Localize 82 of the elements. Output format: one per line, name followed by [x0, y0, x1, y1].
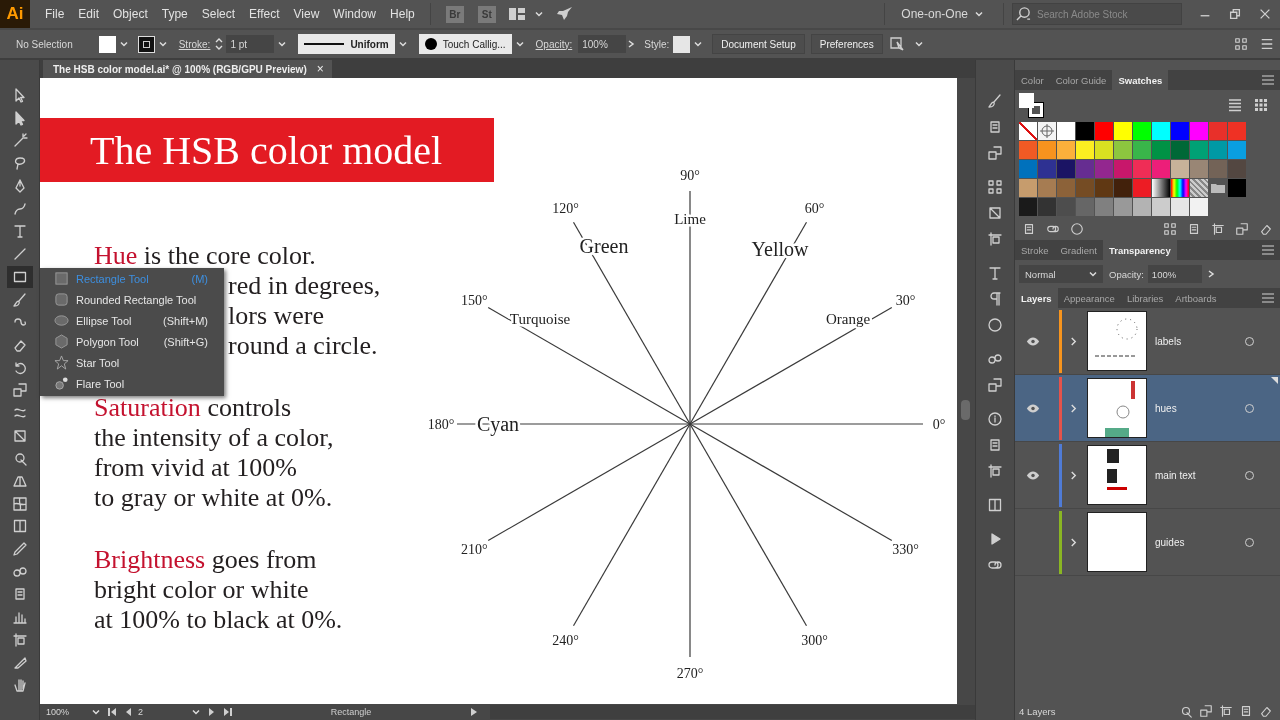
artboard-field[interactable]: 2 [136, 705, 188, 719]
body-text-line: red in degrees, [228, 271, 381, 301]
layer-name: labels [1155, 335, 1182, 347]
hue-label: Cyan [476, 413, 520, 435]
slide-title: The HSB color model [90, 126, 443, 174]
body-text-line: the intensity of a color, [94, 423, 334, 453]
flyout-menu-item[interactable]: Ellipse Tool (Shift+M) [40, 310, 224, 331]
flyout-menu-item[interactable]: Polygon Tool (Shift+G) [40, 331, 224, 352]
layer-row[interactable]: hues [1015, 375, 1280, 442]
angle-label: 300° [801, 632, 828, 648]
body-text-line: round a circle. [228, 331, 378, 361]
style-label: Style: [644, 38, 670, 50]
zoom-field[interactable]: 100% [44, 705, 88, 719]
panel-tab[interactable]: Layers [1015, 288, 1058, 308]
hue-label: Turquoise [509, 311, 571, 327]
hue-label: Orange [825, 311, 871, 327]
angle-label: 270° [676, 666, 704, 681]
angle-label: 180° [427, 417, 455, 432]
current-tool-label: Rectangle [330, 707, 372, 717]
angle-label: 150° [461, 292, 488, 308]
body-text-line: at 100% to black at 0%. [94, 605, 343, 635]
menu-item[interactable]: Object [106, 7, 155, 21]
stroke-weight-field[interactable]: 1 pt [226, 35, 275, 53]
menu-item[interactable]: File [38, 7, 72, 21]
document-tab[interactable]: The HSB color model.ai* @ 100% (RGB/GPU Preview) × [43, 60, 332, 78]
flyout-menu-item[interactable]: Star Tool [40, 352, 224, 373]
menu-item[interactable]: Type [154, 7, 195, 21]
body-text-line: Saturation controls [94, 393, 292, 423]
body-text-line: lors were [228, 301, 324, 331]
flyout-menu-item[interactable]: Flare Tool [40, 373, 224, 394]
close-tab-button[interactable]: × [316, 62, 324, 76]
stroke-profile-dropdown[interactable]: Uniform [298, 34, 395, 54]
panel-tab[interactable]: Gradient [1054, 240, 1103, 260]
angle-label: 90° [680, 168, 700, 183]
menu-item[interactable]: Select [194, 7, 243, 21]
angle-label: 60° [804, 201, 825, 217]
menu-item[interactable]: Edit [71, 7, 107, 21]
flyout-menu-item[interactable]: Rounded Rectangle Tool [40, 289, 224, 310]
panel-tab[interactable]: Swatches [1112, 70, 1169, 90]
panel-tab[interactable]: Transparency [1102, 240, 1177, 260]
angle-label: 240° [552, 632, 579, 648]
body-text-line: bright color or white [94, 575, 309, 605]
menu-item[interactable]: View [286, 7, 327, 21]
stroke-label[interactable]: Stroke: [178, 38, 211, 50]
layer-name: main text [1155, 469, 1196, 481]
body-text-line: Brightness goes from [94, 545, 317, 575]
panel-tab[interactable]: Color [1015, 70, 1050, 90]
layer-row[interactable]: guides [1015, 509, 1280, 576]
angle-label: 210° [461, 541, 488, 557]
blend-mode-dropdown[interactable]: Normal [1019, 265, 1103, 283]
angle-label: 120° [552, 201, 579, 217]
angle-label: 30° [895, 292, 916, 308]
panel-tab[interactable]: Libraries [1120, 288, 1170, 308]
body-text-line: from vivid at 100% [94, 453, 297, 483]
toolbar-button[interactable]: Preferences [810, 34, 883, 54]
opacity-field[interactable]: 100% [1147, 265, 1202, 283]
opacity-label: Opacity: [1109, 268, 1144, 280]
layer-row[interactable]: labels [1015, 308, 1280, 375]
workspace-switcher[interactable]: One-on-One [893, 7, 995, 21]
angle-label: 330° [892, 541, 919, 557]
body-text-line: to gray or white at 0%. [94, 483, 333, 513]
app-logo: Ai [0, 0, 30, 28]
panel-tab[interactable]: Color Guide [1049, 70, 1113, 90]
layer-count: 4 Layers [1019, 705, 1056, 717]
selection-status: No Selection [16, 38, 73, 50]
search-field[interactable]: Search Adobe Stock [1012, 3, 1182, 25]
angle-label: 0° [932, 417, 946, 432]
panel-tab[interactable]: Stroke [1015, 240, 1055, 260]
menu-item[interactable]: Effect [242, 7, 287, 21]
layer-row[interactable]: main text [1015, 442, 1280, 509]
body-text-line: Hue is the core color. [94, 241, 316, 271]
brush-dropdown[interactable]: Touch Callig... [418, 34, 512, 54]
panel-tab[interactable]: Appearance [1057, 288, 1121, 308]
opacity-label[interactable]: Opacity: [535, 38, 573, 50]
toolbar-button[interactable]: Document Setup [712, 34, 805, 54]
layer-name: hues [1155, 402, 1177, 414]
layer-name: guides [1155, 536, 1185, 548]
opacity-field[interactable]: 100% [578, 35, 627, 53]
menu-item[interactable]: Help [383, 7, 422, 21]
menu-item[interactable]: Window [326, 7, 384, 21]
panel-tab[interactable]: Artboards [1169, 288, 1223, 308]
hue-label: Lime [674, 211, 706, 227]
